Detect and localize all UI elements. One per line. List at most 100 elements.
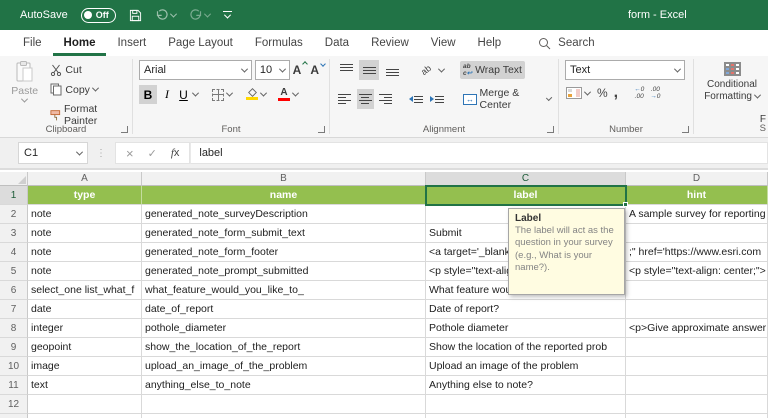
font-size-select[interactable]: 10 — [255, 60, 290, 80]
row-header-7[interactable]: 7 — [0, 300, 28, 319]
row-header-4[interactable]: 4 — [0, 243, 28, 262]
col-header-A[interactable]: A — [28, 172, 142, 186]
cell-B4[interactable]: generated_note_form_footer — [142, 243, 426, 262]
tab-review[interactable]: Review — [360, 30, 420, 56]
increase-decimal-button[interactable]: ←0.00 — [634, 86, 644, 100]
cell-B9[interactable]: show_the_location_of_the_report — [142, 338, 426, 357]
cell-B6[interactable]: what_feature_would_you_like_to_ — [142, 281, 426, 300]
percent-style-button[interactable]: % — [597, 86, 608, 100]
increase-font-size-button[interactable]: A — [293, 63, 308, 77]
underline-button[interactable]: U — [177, 85, 190, 104]
number-format-select[interactable]: Text — [565, 60, 685, 80]
cell-A9[interactable]: geopoint — [28, 338, 142, 357]
cell-B10[interactable]: upload_an_image_of_the_problem — [142, 357, 426, 376]
undo-button[interactable] — [155, 9, 176, 21]
copy-button[interactable]: Copy — [47, 81, 128, 98]
align-bottom-button[interactable] — [382, 60, 402, 80]
cell-D8[interactable]: <p>Give approximate answer — [626, 319, 768, 338]
redo-button[interactable] — [189, 9, 210, 21]
col-header-B[interactable]: B — [142, 172, 426, 186]
row-header-11[interactable]: 11 — [0, 376, 28, 395]
conditional-formatting-button[interactable]: Conditional Formatting — [700, 62, 764, 103]
row-header-6[interactable]: 6 — [0, 281, 28, 300]
autosave-toggle[interactable]: Off — [81, 8, 116, 23]
cell-A12[interactable] — [28, 395, 142, 414]
accounting-format-button[interactable] — [565, 86, 591, 100]
cell-B12[interactable] — [142, 395, 426, 414]
decrease-font-size-button[interactable]: A — [310, 63, 325, 77]
cell-B13[interactable] — [142, 414, 426, 418]
cell-A11[interactable]: text — [28, 376, 142, 395]
tab-home[interactable]: Home — [53, 30, 107, 56]
customize-quick-access-toolbar-button[interactable] — [223, 11, 232, 19]
cell-B11[interactable]: anything_else_to_note — [142, 376, 426, 395]
row-header-12[interactable]: 12 — [0, 395, 28, 414]
align-top-button[interactable] — [336, 60, 356, 80]
cell-A7[interactable]: date — [28, 300, 142, 319]
tab-help[interactable]: Help — [467, 30, 513, 56]
cell-C7[interactable]: Date of report? — [426, 300, 626, 319]
tab-formulas[interactable]: Formulas — [244, 30, 314, 56]
cell-A1[interactable]: type — [28, 186, 142, 205]
cell-D2[interactable]: A sample survey for reporting — [626, 205, 768, 224]
select-all-corner[interactable] — [0, 172, 28, 186]
number-dialog-launcher-icon[interactable] — [682, 126, 689, 133]
bold-button[interactable]: B — [139, 85, 157, 104]
cell-C1[interactable]: label — [426, 186, 626, 205]
wrap-text-button[interactable]: abc↩ Wrap Text — [460, 61, 525, 79]
cell-A13[interactable] — [28, 414, 142, 418]
cell-B8[interactable]: pothole_diameter — [142, 319, 426, 338]
cell-B3[interactable]: generated_note_form_submit_text — [142, 224, 426, 243]
tab-data[interactable]: Data — [314, 30, 360, 56]
cell-C8[interactable]: Pothole diameter — [426, 319, 626, 338]
cell-C10[interactable]: Upload an image of the problem — [426, 357, 626, 376]
cell-B1[interactable]: name — [142, 186, 426, 205]
row-header-5[interactable]: 5 — [0, 262, 28, 281]
decrease-indent-button[interactable] — [408, 89, 426, 109]
cancel-button[interactable]: × — [126, 146, 134, 161]
tab-file[interactable]: File — [12, 30, 53, 56]
name-box[interactable]: C1 — [18, 142, 88, 164]
cell-B2[interactable]: generated_note_surveyDescription — [142, 205, 426, 224]
col-header-D[interactable]: D — [626, 172, 768, 186]
tab-insert[interactable]: Insert — [106, 30, 157, 56]
cell-B7[interactable]: date_of_report — [142, 300, 426, 319]
cell-D11[interactable] — [626, 376, 768, 395]
align-middle-button[interactable] — [359, 60, 379, 80]
cell-D13[interactable] — [626, 414, 768, 418]
row-header-3[interactable]: 3 — [0, 224, 28, 243]
cell-D12[interactable] — [626, 395, 768, 414]
cell-C12[interactable] — [426, 395, 626, 414]
cell-A2[interactable]: note — [28, 205, 142, 224]
row-header-1[interactable]: 1 — [0, 186, 28, 205]
row-header-8[interactable]: 8 — [0, 319, 28, 338]
col-header-C[interactable]: C — [426, 172, 626, 186]
fill-color-button[interactable] — [246, 89, 258, 100]
cell-A6[interactable]: select_one list_what_f — [28, 281, 142, 300]
cell-D6[interactable] — [626, 281, 768, 300]
row-header-2[interactable]: 2 — [0, 205, 28, 224]
search-box[interactable]: Search — [538, 30, 594, 56]
cell-D7[interactable] — [626, 300, 768, 319]
increase-indent-button[interactable] — [428, 89, 446, 109]
align-center-button[interactable] — [357, 89, 375, 109]
italic-button[interactable]: I — [160, 85, 174, 104]
cell-A10[interactable]: image — [28, 357, 142, 376]
font-color-button[interactable]: A — [278, 88, 290, 101]
enter-button[interactable]: ✓ — [148, 147, 157, 160]
tab-view[interactable]: View — [420, 30, 467, 56]
row-header-13[interactable]: 13 — [0, 414, 28, 418]
clipboard-dialog-launcher-icon[interactable] — [121, 126, 128, 133]
merge-center-button[interactable]: ↔ Merge & Center — [460, 85, 554, 113]
tab-page-layout[interactable]: Page Layout — [157, 30, 244, 56]
cell-D9[interactable] — [626, 338, 768, 357]
cell-A3[interactable]: note — [28, 224, 142, 243]
cell-A4[interactable]: note — [28, 243, 142, 262]
formula-input[interactable]: label — [190, 142, 768, 164]
cell-C13[interactable] — [426, 414, 626, 418]
cell-C11[interactable]: Anything else to note? — [426, 376, 626, 395]
cell-A5[interactable]: note — [28, 262, 142, 281]
font-dialog-launcher-icon[interactable] — [318, 126, 325, 133]
cell-A8[interactable]: integer — [28, 319, 142, 338]
save-button[interactable] — [129, 9, 142, 22]
